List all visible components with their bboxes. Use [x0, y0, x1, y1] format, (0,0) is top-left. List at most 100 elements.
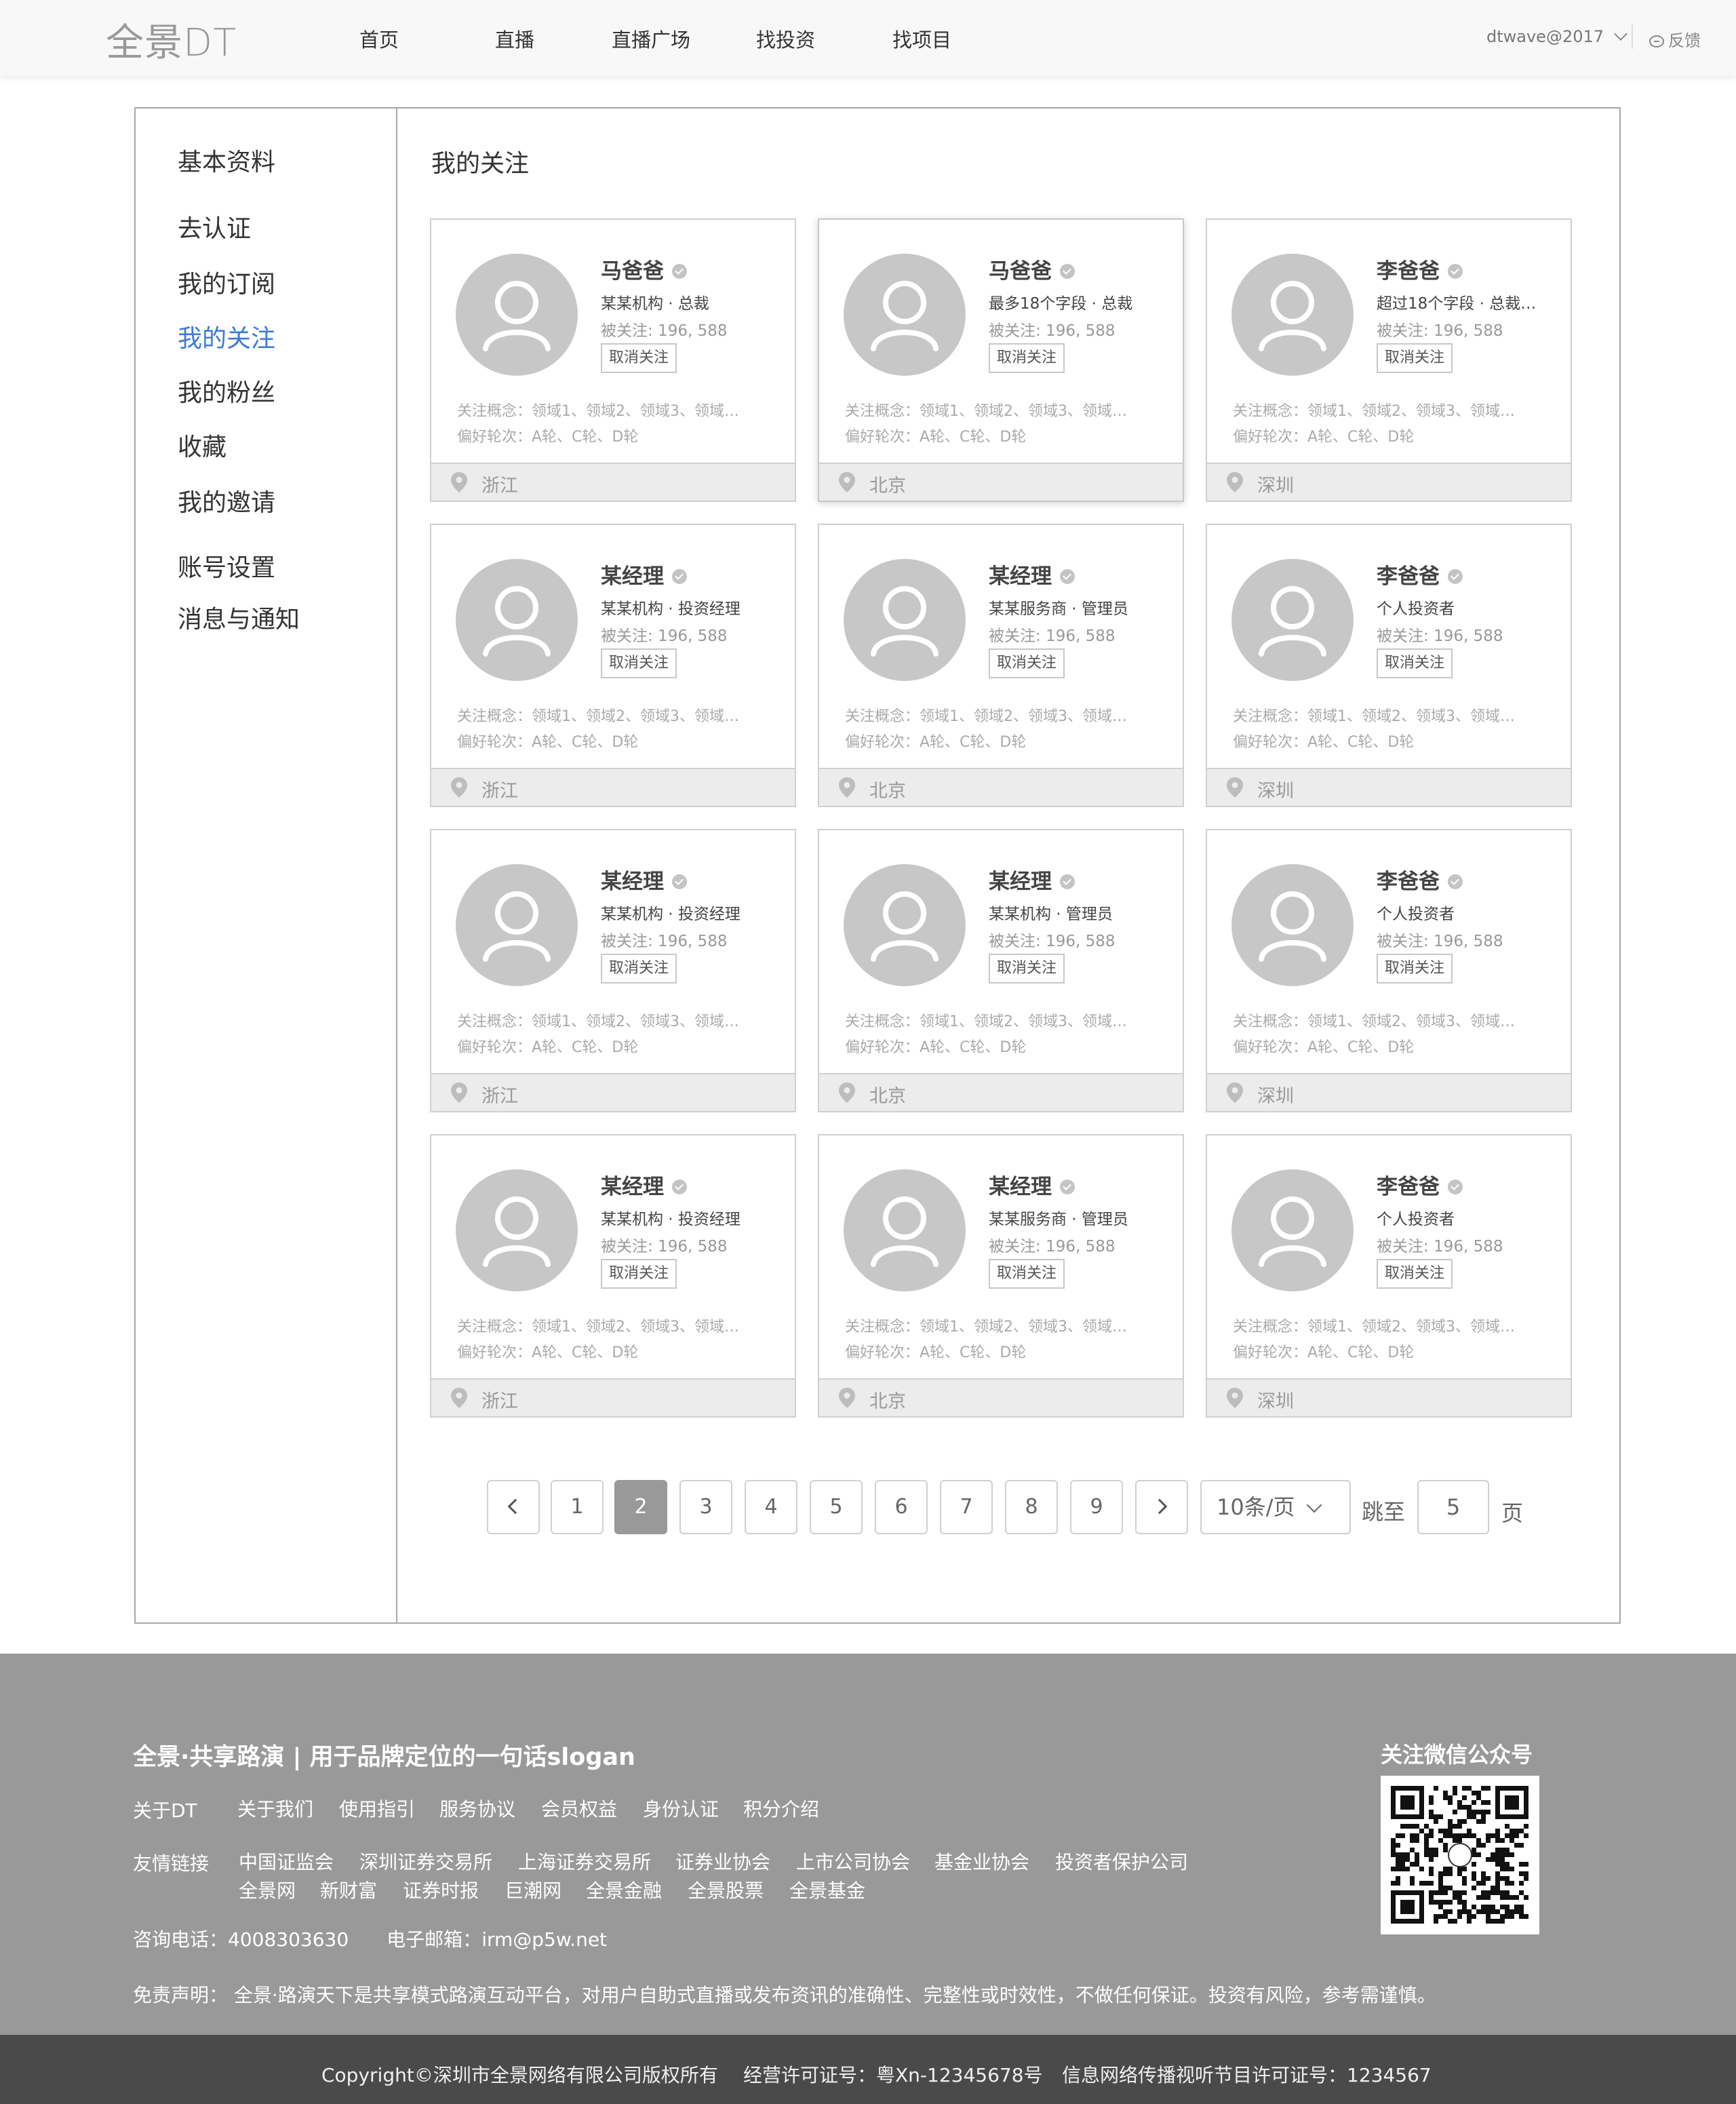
friend-link[interactable]: 全景网 [239, 1876, 296, 1903]
avatar[interactable] [844, 559, 966, 681]
friend-link[interactable]: 投资者保护公司 [1055, 1848, 1188, 1875]
following-card[interactable]: 李爸爸 个人投资者 被关注: 196, 588 取消关注 关注概念：领域1、领域2、领域… [1206, 1134, 1572, 1418]
friend-link[interactable]: 深圳证券交易所 [359, 1848, 492, 1875]
person-name[interactable]: 马爸爸 [989, 259, 1052, 284]
following-card[interactable]: 某经理 某某机构 · 投资经理 被关注: 196, 588 取消关注 关注概念：领域1、… [430, 524, 796, 807]
page-button-7[interactable]: 7 [940, 1480, 993, 1534]
person-name[interactable]: 李爸爸 [1377, 870, 1440, 894]
friend-link[interactable]: 证券业协会 [675, 1848, 770, 1875]
unfollow-button[interactable]: 取消关注 [989, 954, 1065, 983]
unfollow-button[interactable]: 取消关注 [601, 343, 677, 373]
unfollow-button[interactable]: 取消关注 [989, 343, 1065, 373]
person-name[interactable]: 马爸爸 [601, 259, 664, 284]
person-name[interactable]: 某经理 [989, 870, 1052, 894]
sidebar-item-fans[interactable]: 我的粉丝 [178, 373, 275, 408]
jump-page-input[interactable]: 5 [1417, 1480, 1489, 1534]
nav-find-investment[interactable]: 找投资 [756, 24, 815, 53]
page-button-9[interactable]: 9 [1070, 1480, 1123, 1534]
page-button-8[interactable]: 8 [1005, 1480, 1058, 1534]
sidebar-item-notifications[interactable]: 消息与通知 [178, 600, 300, 635]
page-button-5[interactable]: 5 [810, 1480, 863, 1534]
friend-link[interactable]: 上海证券交易所 [518, 1848, 651, 1875]
following-card[interactable]: 李爸爸 个人投资者 被关注: 196, 588 取消关注 关注概念：领域1、领域2、领域… [1206, 524, 1572, 807]
friend-link[interactable]: 基金业协会 [934, 1848, 1029, 1875]
sidebar-item-profile[interactable]: 基本资料 [178, 142, 275, 178]
unfollow-button[interactable]: 取消关注 [1377, 954, 1453, 983]
avatar[interactable] [1231, 1169, 1354, 1291]
unfollow-button[interactable]: 取消关注 [601, 1259, 677, 1289]
unfollow-button[interactable]: 取消关注 [1377, 1259, 1453, 1289]
person-name[interactable]: 某经理 [989, 564, 1052, 589]
person-name[interactable]: 李爸爸 [1377, 259, 1440, 284]
following-card[interactable]: 马爸爸 最多18个字段 · 总裁 被关注: 196, 588 取消关注 关注概念：领域1… [818, 218, 1184, 502]
chevron-down-icon [1306, 1497, 1322, 1513]
person-name[interactable]: 某经理 [601, 870, 664, 894]
page-button-6[interactable]: 6 [875, 1480, 928, 1534]
nav-find-project[interactable]: 找项目 [892, 24, 951, 53]
friend-link[interactable]: 新财富 [320, 1876, 377, 1903]
avatar[interactable] [1231, 559, 1354, 681]
following-card[interactable]: 李爸爸 超过18个字段 · 总裁… 被关注: 196, 588 取消关注 关注概念：领域… [1206, 218, 1572, 502]
unfollow-button[interactable]: 取消关注 [989, 648, 1065, 678]
nav-home[interactable]: 首页 [359, 24, 399, 53]
following-card[interactable]: 某经理 某某机构 · 投资经理 被关注: 196, 588 取消关注 关注概念：领域1、… [430, 829, 796, 1112]
nav-live[interactable]: 直播 [495, 24, 534, 53]
avatar[interactable] [1231, 254, 1354, 376]
email-address[interactable]: irm@p5w.net [481, 1928, 607, 1951]
avatar[interactable] [456, 254, 578, 376]
sidebar-item-verify[interactable]: 去认证 [178, 209, 251, 244]
footer-link-about-us[interactable]: 关于我们 [237, 1795, 313, 1822]
friend-link[interactable]: 全景股票 [688, 1876, 764, 1903]
footer-link-guide[interactable]: 使用指引 [339, 1795, 415, 1822]
following-card[interactable]: 马爸爸 某某机构 · 总裁 被关注: 196, 588 取消关注 关注概念：领域1、领域… [430, 218, 796, 502]
footer-link-membership[interactable]: 会员权益 [541, 1795, 617, 1822]
sidebar-item-invitations[interactable]: 我的邀请 [178, 483, 275, 518]
friend-link[interactable]: 中国证监会 [239, 1848, 334, 1875]
prev-page-button[interactable] [487, 1480, 540, 1534]
footer-link-identity[interactable]: 身份认证 [643, 1795, 719, 1822]
person-name[interactable]: 某经理 [989, 1175, 1052, 1199]
unfollow-button[interactable]: 取消关注 [989, 1259, 1065, 1289]
friend-link[interactable]: 巨潮网 [505, 1876, 561, 1903]
following-card[interactable]: 某经理 某某机构 · 管理员 被关注: 196, 588 取消关注 关注概念：领域1、领… [818, 829, 1184, 1112]
site-logo[interactable]: 全景DT [106, 12, 237, 67]
person-name[interactable]: 某经理 [601, 564, 664, 589]
friend-link[interactable]: 上市公司协会 [796, 1848, 910, 1875]
unfollow-button[interactable]: 取消关注 [601, 954, 677, 983]
footer-link-points[interactable]: 积分介绍 [743, 1795, 819, 1822]
avatar[interactable] [456, 559, 578, 681]
unfollow-button[interactable]: 取消关注 [601, 648, 677, 678]
page-button-2[interactable]: 2 [614, 1480, 667, 1534]
unfollow-button[interactable]: 取消关注 [1377, 648, 1453, 678]
next-page-button[interactable] [1135, 1480, 1188, 1534]
sidebar-item-subscriptions[interactable]: 我的订阅 [178, 265, 275, 300]
friend-link[interactable]: 全景基金 [789, 1876, 865, 1903]
sidebar-item-favorites[interactable]: 收藏 [178, 427, 226, 463]
friend-link[interactable]: 全景金融 [586, 1876, 662, 1903]
following-card[interactable]: 某经理 某某服务商 · 管理员 被关注: 196, 588 取消关注 关注概念：领域1、… [818, 1134, 1184, 1418]
page-button-4[interactable]: 4 [745, 1480, 797, 1534]
following-card[interactable]: 某经理 某某服务商 · 管理员 被关注: 196, 588 取消关注 关注概念：领域1、… [818, 524, 1184, 807]
user-menu[interactable]: dtwave@2017 [1486, 27, 1628, 46]
avatar[interactable] [456, 864, 578, 986]
feedback-button[interactable]: 反馈 [1649, 27, 1701, 51]
avatar[interactable] [1231, 864, 1354, 986]
friend-link[interactable]: 证券时报 [403, 1876, 479, 1903]
person-name[interactable]: 某经理 [601, 1175, 664, 1199]
avatar[interactable] [844, 1169, 966, 1291]
avatar[interactable] [844, 864, 966, 986]
avatar[interactable] [456, 1169, 578, 1291]
person-name[interactable]: 李爸爸 [1377, 1175, 1440, 1199]
page-button-1[interactable]: 1 [551, 1480, 604, 1534]
unfollow-button[interactable]: 取消关注 [1377, 343, 1453, 373]
sidebar-item-account-settings[interactable]: 账号设置 [178, 548, 275, 583]
sidebar-item-following[interactable]: 我的关注 [178, 319, 275, 354]
person-name[interactable]: 李爸爸 [1377, 564, 1440, 589]
page-button-3[interactable]: 3 [679, 1480, 732, 1534]
nav-live-square[interactable]: 直播广场 [612, 24, 690, 53]
footer-link-terms[interactable]: 服务协议 [439, 1795, 515, 1822]
page-size-select[interactable]: 10条/页 [1200, 1480, 1351, 1534]
avatar[interactable] [844, 254, 966, 376]
following-card[interactable]: 李爸爸 个人投资者 被关注: 196, 588 取消关注 关注概念：领域1、领域2、领域… [1206, 829, 1572, 1112]
following-card[interactable]: 某经理 某某机构 · 投资经理 被关注: 196, 588 取消关注 关注概念：领域1、… [430, 1134, 796, 1418]
